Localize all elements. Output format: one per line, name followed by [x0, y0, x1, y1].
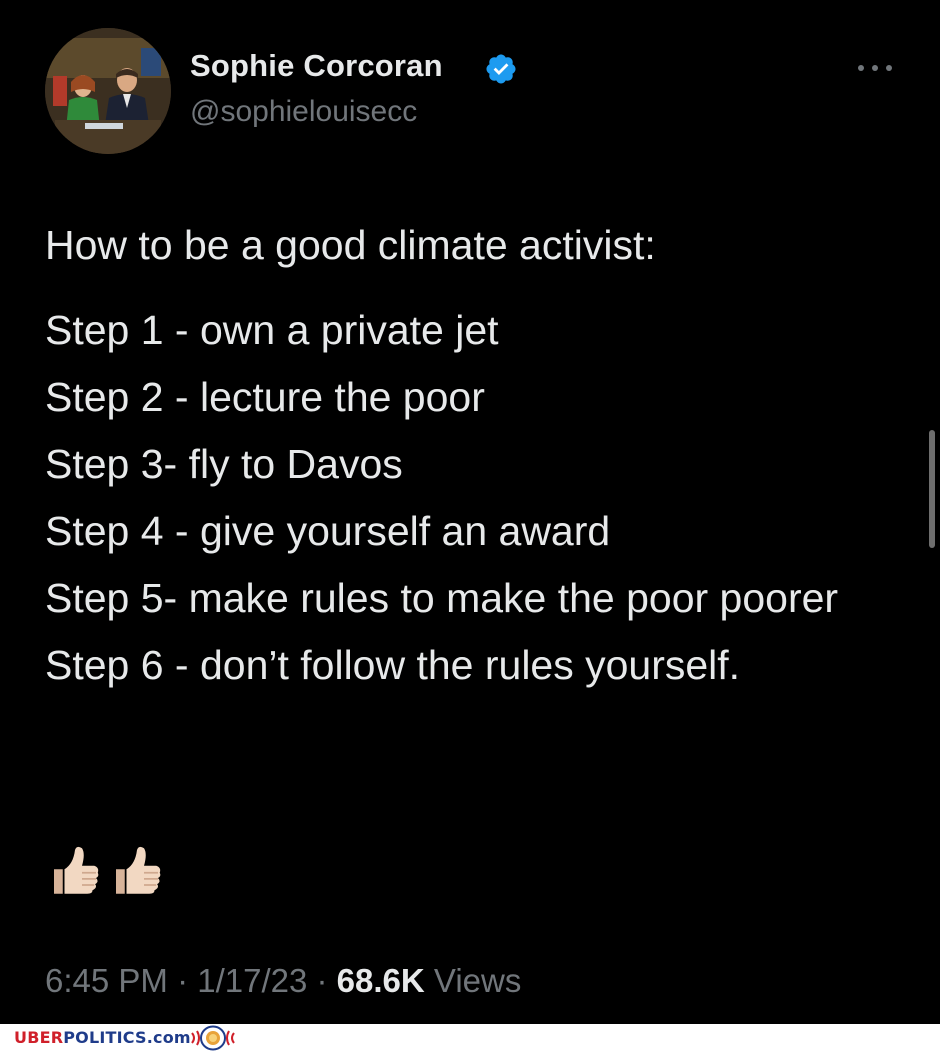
user-handle[interactable]: @sophielouisecc: [190, 95, 417, 129]
more-dot: [872, 65, 878, 71]
views-count: 68.6K: [336, 962, 425, 999]
brand-prefix: UBER: [14, 1028, 64, 1047]
display-name[interactable]: Sophie Corcoran: [190, 48, 443, 84]
tweet-time[interactable]: 6:45 PM: [45, 962, 168, 999]
tweet-step: Step 2 - lecture the poor: [45, 374, 485, 420]
watermark-bar: UBERPOLITICS.com: [0, 1024, 940, 1051]
meta-separator: ·: [307, 962, 337, 999]
tweet-date[interactable]: 1/17/23: [197, 962, 307, 999]
tweet-card: Sophie Corcoran @sophielouisecc How to b…: [0, 0, 940, 1024]
tweet-step: Step 4 - give yourself an award: [45, 508, 611, 554]
meta-separator: ·: [167, 962, 198, 999]
tweet-step: Step 5- make rules to make the poor poor…: [45, 575, 839, 621]
tweet-text: How to be a good climate activist: Step …: [45, 212, 895, 699]
brand-wordmark: UBERPOLITICS.com: [14, 1028, 191, 1047]
more-options-icon[interactable]: [858, 58, 892, 78]
tweet-step: Step 6 - don’t follow the rules yourself…: [45, 642, 741, 688]
scrollbar[interactable]: [929, 430, 935, 548]
avatar-photo: [45, 28, 171, 154]
tweet-steps: Step 1 - own a private jet Step 2 - lect…: [45, 297, 895, 699]
thumbs-up-icon: [54, 846, 99, 894]
lion-crest-icon: [191, 1025, 235, 1051]
more-dot: [886, 65, 892, 71]
tweet-headline: How to be a good climate activist:: [45, 222, 656, 268]
verified-badge-icon: [486, 54, 516, 84]
profile-avatar[interactable]: [45, 28, 171, 154]
brand-suffix: POLITICS.com: [63, 1028, 191, 1047]
tweet-meta: 6:45 PM · 1/17/23 · 68.6K Views: [45, 962, 521, 1000]
tweet-step: Step 3- fly to Davos: [45, 441, 403, 487]
thumbs-up-icon: [116, 846, 161, 894]
more-dot: [858, 65, 864, 71]
views-label: Views: [433, 962, 522, 999]
tweet-step: Step 1 - own a private jet: [45, 307, 499, 353]
emoji-row: [47, 843, 165, 899]
